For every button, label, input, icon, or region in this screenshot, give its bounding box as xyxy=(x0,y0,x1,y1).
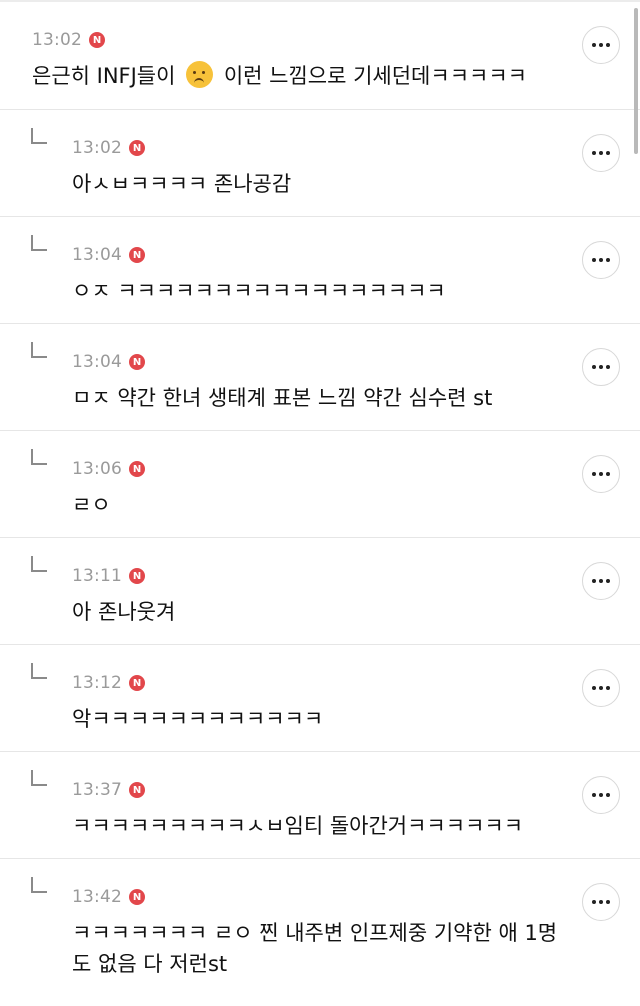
comment-text-after: 이런 느낌으로 기세던데ㅋㅋㅋㅋㅋ xyxy=(223,64,527,88)
reply-arrow-icon xyxy=(31,770,47,786)
more-horizontal-icon xyxy=(592,579,610,583)
new-badge-icon: N xyxy=(129,461,145,477)
reply-item: 13:42 N ㅋㅋㅋㅋㅋㅋㅋ ㄹㅇ 찐 내주변 인프제중 기약한 애 1명도 … xyxy=(0,859,640,999)
new-badge-icon: N xyxy=(129,354,145,370)
comment-meta: 13:12 N xyxy=(72,672,145,694)
new-badge-icon: N xyxy=(129,568,145,584)
comment-list: 13:02 N 은근히 INFJ들이 이런 느낌으로 기세던데ㅋㅋㅋㅋㅋ 13:… xyxy=(0,2,640,999)
comment-text: ㅋㅋㅋㅋㅋㅋㅋ ㄹㅇ 찐 내주변 인프제중 기약한 애 1명도 없음 다 저런s… xyxy=(72,921,558,976)
comment-time: 13:37 xyxy=(72,780,122,800)
comment-text: 은근히 INFJ들이 이런 느낌으로 기세던데ㅋㅋㅋㅋㅋ xyxy=(32,61,527,92)
reply-item: 13:02 N 아ㅅㅂㅋㅋㅋㅋ 존나공감 xyxy=(0,110,640,217)
reply-item: 13:04 N ㅇㅈ ㅋㅋㅋㅋㅋㅋㅋㅋㅋㅋㅋㅋㅋㅋㅋㅋㅋ xyxy=(0,217,640,324)
more-options-button[interactable] xyxy=(582,669,620,707)
reply-item: 13:12 N 악ㅋㅋㅋㅋㅋㅋㅋㅋㅋㅋㅋㅋ xyxy=(0,645,640,752)
comment-text-before: 은근히 INFJ들이 xyxy=(32,64,176,88)
more-options-button[interactable] xyxy=(582,455,620,493)
comment-text: ㅋㅋㅋㅋㅋㅋㅋㅋㅋㅅㅂ임티 돌아간거ㅋㅋㅋㅋㅋㅋ xyxy=(72,814,524,838)
comment-meta: 13:02 N xyxy=(72,137,145,159)
more-options-button[interactable] xyxy=(582,241,620,279)
reply-arrow-icon xyxy=(31,877,47,893)
comment-text: ㅇㅈ ㅋㅋㅋㅋㅋㅋㅋㅋㅋㅋㅋㅋㅋㅋㅋㅋㅋ xyxy=(72,279,446,303)
more-options-button[interactable] xyxy=(582,348,620,386)
comment-meta: 13:06 N xyxy=(72,458,145,480)
more-options-button[interactable] xyxy=(582,26,620,64)
comment-meta: 13:04 N xyxy=(72,244,145,266)
comment-meta: 13:42 N xyxy=(72,886,145,908)
reply-item: 13:04 N ㅁㅈ 약간 한녀 생태계 표본 느낌 약간 심수련 st xyxy=(0,324,640,431)
comment-time: 13:06 xyxy=(72,459,122,479)
more-options-button[interactable] xyxy=(582,562,620,600)
new-badge-icon: N xyxy=(129,140,145,156)
new-badge-icon: N xyxy=(129,889,145,905)
comment-time: 13:02 xyxy=(32,30,82,50)
reply-arrow-icon xyxy=(31,449,47,465)
comment-time: 13:11 xyxy=(72,566,122,586)
reply-arrow-icon xyxy=(31,342,47,358)
scrollbar[interactable] xyxy=(634,8,638,154)
reply-arrow-icon xyxy=(31,235,47,251)
upside-down-face-emoji-icon xyxy=(186,61,214,88)
comment-meta: 13:37 N xyxy=(72,779,145,801)
more-horizontal-icon xyxy=(592,151,610,155)
comment-meta: 13:11 N xyxy=(72,565,145,587)
comment-time: 13:12 xyxy=(72,673,122,693)
comment-text: 아ㅅㅂㅋㅋㅋㅋ 존나공감 xyxy=(72,172,292,196)
more-options-button[interactable] xyxy=(582,883,620,921)
comment-time: 13:04 xyxy=(72,245,122,265)
new-badge-icon: N xyxy=(129,782,145,798)
comment-time: 13:02 xyxy=(72,138,122,158)
comment-time: 13:04 xyxy=(72,352,122,372)
reply-arrow-icon xyxy=(31,128,47,144)
new-badge-icon: N xyxy=(129,247,145,263)
more-horizontal-icon xyxy=(592,472,610,476)
reply-arrow-icon xyxy=(31,663,47,679)
reply-item: 13:06 N ㄹㅇ xyxy=(0,431,640,538)
comment-text: 악ㅋㅋㅋㅋㅋㅋㅋㅋㅋㅋㅋㅋ xyxy=(72,707,324,731)
comment-text: ㄹㅇ xyxy=(72,493,111,517)
more-horizontal-icon xyxy=(592,686,610,690)
more-horizontal-icon xyxy=(592,258,610,262)
comment-text: ㅁㅈ 약간 한녀 생태계 표본 느낌 약간 심수련 st xyxy=(72,386,493,410)
comment-meta: 13:02 N xyxy=(32,29,105,51)
new-badge-icon: N xyxy=(129,675,145,691)
comment-time: 13:42 xyxy=(72,887,122,907)
reply-item: 13:11 N 아 존나웃겨 xyxy=(0,538,640,645)
new-badge-icon: N xyxy=(89,32,105,48)
more-horizontal-icon xyxy=(592,365,610,369)
more-horizontal-icon xyxy=(592,900,610,904)
more-horizontal-icon xyxy=(592,43,610,47)
comment-item: 13:02 N 은근히 INFJ들이 이런 느낌으로 기세던데ㅋㅋㅋㅋㅋ xyxy=(0,2,640,110)
comment-meta: 13:04 N xyxy=(72,351,145,373)
reply-item: 13:37 N ㅋㅋㅋㅋㅋㅋㅋㅋㅋㅅㅂ임티 돌아간거ㅋㅋㅋㅋㅋㅋ xyxy=(0,752,640,859)
more-options-button[interactable] xyxy=(582,776,620,814)
reply-arrow-icon xyxy=(31,556,47,572)
more-horizontal-icon xyxy=(592,793,610,797)
comment-text: 아 존나웃겨 xyxy=(72,600,176,624)
more-options-button[interactable] xyxy=(582,134,620,172)
